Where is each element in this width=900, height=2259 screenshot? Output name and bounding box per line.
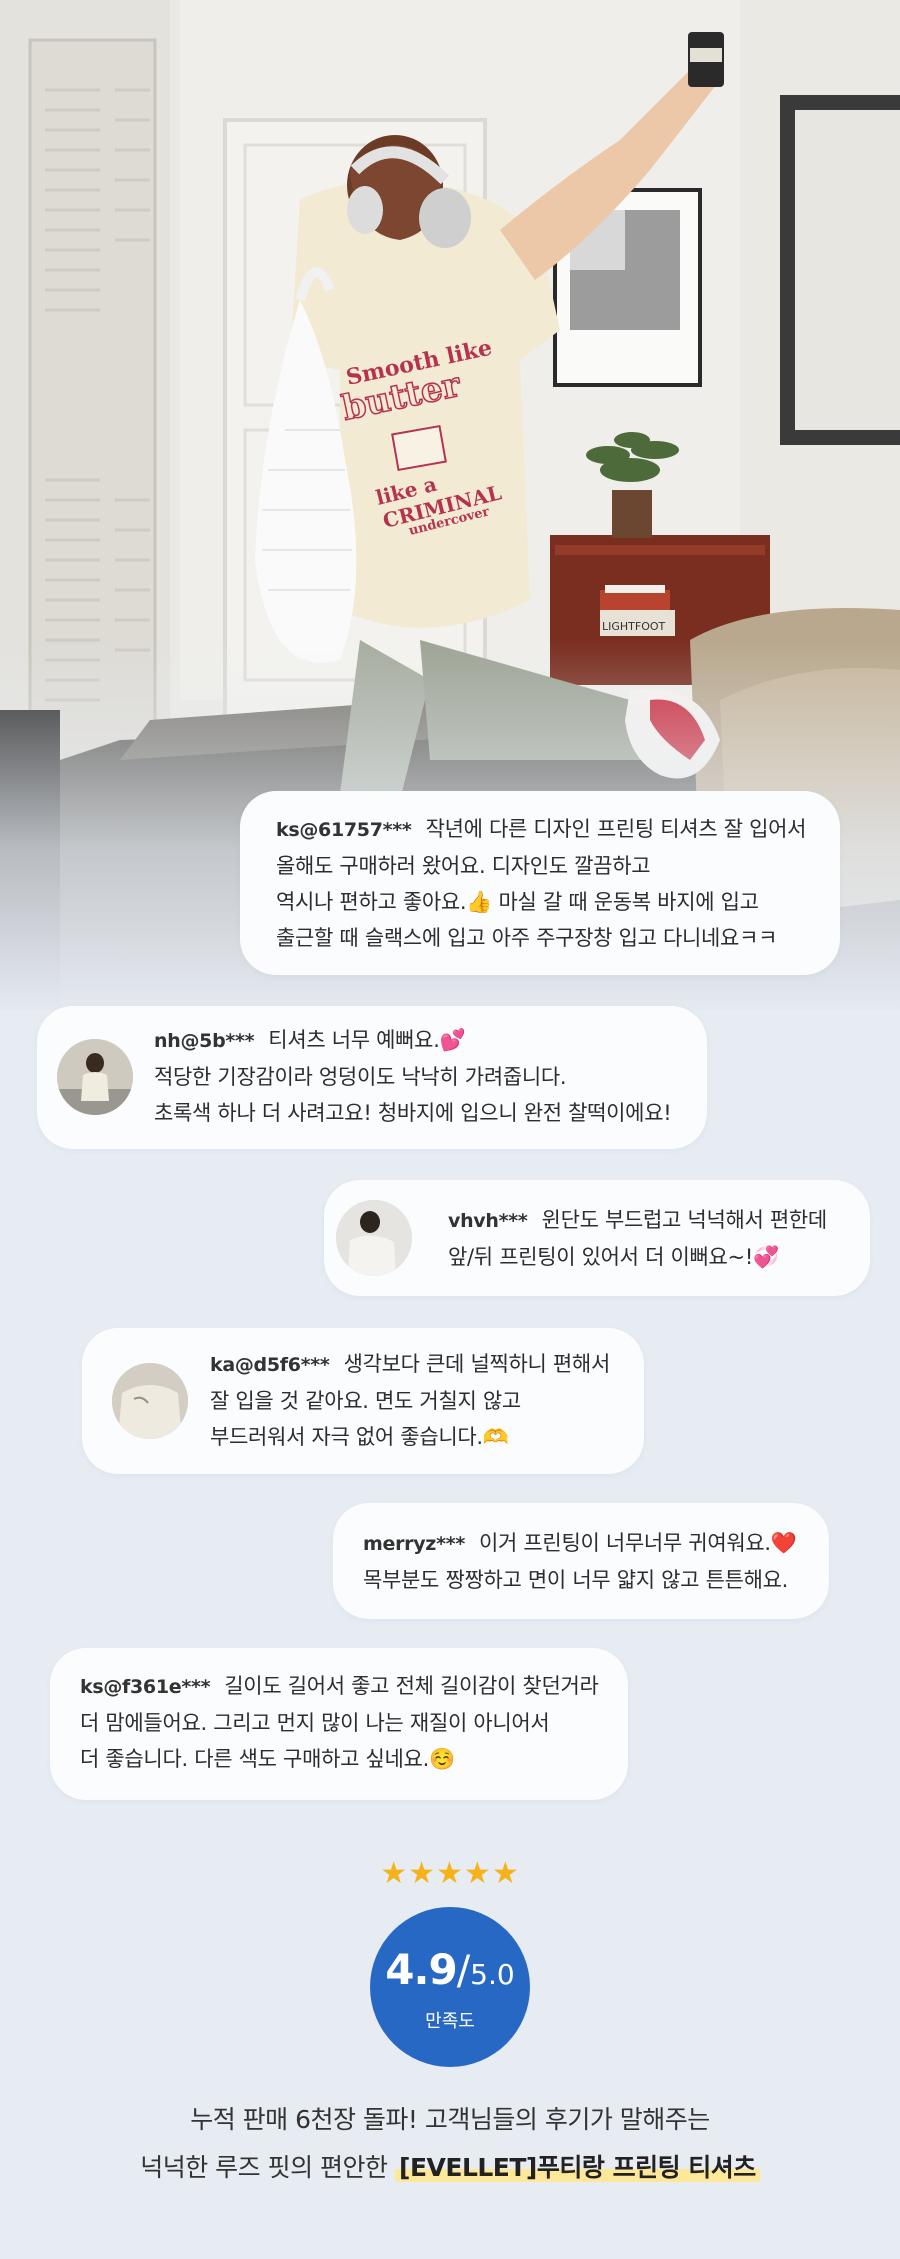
- review-line: 목부분도 짱짱하고 면이 너무 얇지 않고 튼튼해요.: [363, 1568, 789, 1592]
- review-line: merryz*** 이거 프린팅이 너무너무 귀여워요.❤️: [363, 1531, 797, 1555]
- review-line: 더 좋습니다. 다른 색도 구매하고 싶네요.☺️: [80, 1747, 455, 1771]
- reviewer-avatar: [336, 1200, 412, 1276]
- review-card: ka@d5f6*** 생각보다 큰데 널찍하니 편해서 잘 입을 것 같아요. 면…: [82, 1328, 644, 1474]
- review-card: ks@f361e*** 길이도 길어서 좋고 전체 길이감이 찾던거라 더 맘에들…: [50, 1648, 628, 1800]
- footer-prefix: 넉넉한 루즈 핏의 편안한: [140, 2153, 396, 2182]
- review-card: ks@61757*** 작년에 다른 디자인 프린팅 티셔츠 잘 입어서 올해도 …: [240, 791, 840, 975]
- review-text: ks@61757*** 작년에 다른 디자인 프린팅 티셔츠 잘 입어서 올해도 …: [276, 811, 806, 956]
- review-username: ks@61757***: [276, 819, 412, 841]
- review-line: 더 맘에들어요. 그리고 먼지 많이 나는 재질이 아니어서: [80, 1711, 550, 1735]
- rating-label: 만족도: [425, 2011, 475, 2032]
- review-line: ka@d5f6*** 생각보다 큰데 널찍하니 편해서: [210, 1352, 610, 1376]
- review-card: nh@5b*** 티셔츠 너무 예뻐요.💕 적당한 기장감이라 엉덩이도 낙낙히 …: [37, 1006, 707, 1149]
- review-card: vhvh*** 윈단도 부드럽고 넉넉해서 편한데 앞/뒤 프린팅이 있어서 더 …: [324, 1180, 870, 1296]
- rating-badge: 4.9/5.0 만족도: [370, 1907, 530, 2067]
- rating-max: 5.0: [470, 1958, 515, 1991]
- review-line: 역시나 편하고 좋아요.👍 마실 갈 때 운동복 바지에 입고: [276, 890, 759, 914]
- book-spine-text: LIGHTFOOT: [602, 620, 666, 633]
- rating-slash: /: [456, 1948, 471, 1994]
- review-text: ka@d5f6*** 생각보다 큰데 널찍하니 편해서 잘 입을 것 같아요. 면…: [210, 1346, 610, 1455]
- footer-line-2: 넉넉한 루즈 핏의 편안한 [EVELLET]푸티랑 프린팅 티셔츠: [0, 2148, 900, 2184]
- review-text: merryz*** 이거 프린팅이 너무너무 귀여워요.❤️ 목부분도 짱짱하고 …: [363, 1525, 797, 1598]
- review-username: ka@d5f6***: [210, 1354, 330, 1376]
- review-card: merryz*** 이거 프린팅이 너무너무 귀여워요.❤️ 목부분도 짱짱하고 …: [333, 1503, 829, 1619]
- review-line: nh@5b*** 티셔츠 너무 예뻐요.💕: [154, 1028, 466, 1052]
- review-username: vhvh***: [448, 1210, 528, 1232]
- footer-line-1: 누적 판매 6천장 돌파! 고객님들의 후기가 말해주는: [190, 2105, 710, 2134]
- review-line: 출근할 때 슬랙스에 입고 아주 주구장창 입고 다니네요ㅋㅋ: [276, 926, 778, 950]
- review-username: merryz***: [363, 1533, 465, 1555]
- review-line: 잘 입을 것 같아요. 면도 거칠지 않고: [210, 1389, 521, 1413]
- reviewer-avatar: [112, 1363, 188, 1439]
- rating-value: 4.9/5.0: [370, 1945, 530, 1994]
- review-line: 적당한 기장감이라 엉덩이도 낙낙히 가려줍니다.: [154, 1065, 567, 1089]
- review-text: vhvh*** 윈단도 부드럽고 넉넉해서 편한데 앞/뒤 프린팅이 있어서 더 …: [448, 1202, 827, 1275]
- review-line: 초록색 하나 더 사려고요! 청바지에 입으니 완전 찰떡이에요!: [154, 1101, 672, 1125]
- review-username: ks@f361e***: [80, 1676, 211, 1698]
- review-line: vhvh*** 윈단도 부드럽고 넉넉해서 편한데: [448, 1208, 827, 1232]
- reviewer-avatar: [57, 1039, 133, 1115]
- review-line: 앞/뒤 프린팅이 있어서 더 이뻐요~!💞: [448, 1245, 779, 1269]
- rating-stars: ★★★★★: [380, 1856, 520, 1891]
- product-name-highlight: [EVELLET]푸티랑 프린팅 티셔츠: [395, 2153, 760, 2182]
- review-text: ks@f361e*** 길이도 길어서 좋고 전체 길이감이 찾던거라 더 맘에들…: [80, 1668, 599, 1777]
- review-line: 부드러워서 자극 없어 좋습니다.🫶: [210, 1425, 509, 1449]
- review-page: LIGHTFOOT Smooth like butter like a CRIM…: [0, 0, 900, 2259]
- review-line: ks@f361e*** 길이도 길어서 좋고 전체 길이감이 찾던거라: [80, 1674, 599, 1698]
- review-line: 올해도 구매하러 왔어요. 디자인도 깔끔하고: [276, 854, 651, 878]
- review-text: nh@5b*** 티셔츠 너무 예뻐요.💕 적당한 기장감이라 엉덩이도 낙낙히 …: [154, 1022, 672, 1131]
- review-line: ks@61757*** 작년에 다른 디자인 프린팅 티셔츠 잘 입어서: [276, 817, 807, 841]
- review-username: nh@5b***: [154, 1030, 255, 1052]
- rating-score: 4.9: [385, 1945, 457, 1994]
